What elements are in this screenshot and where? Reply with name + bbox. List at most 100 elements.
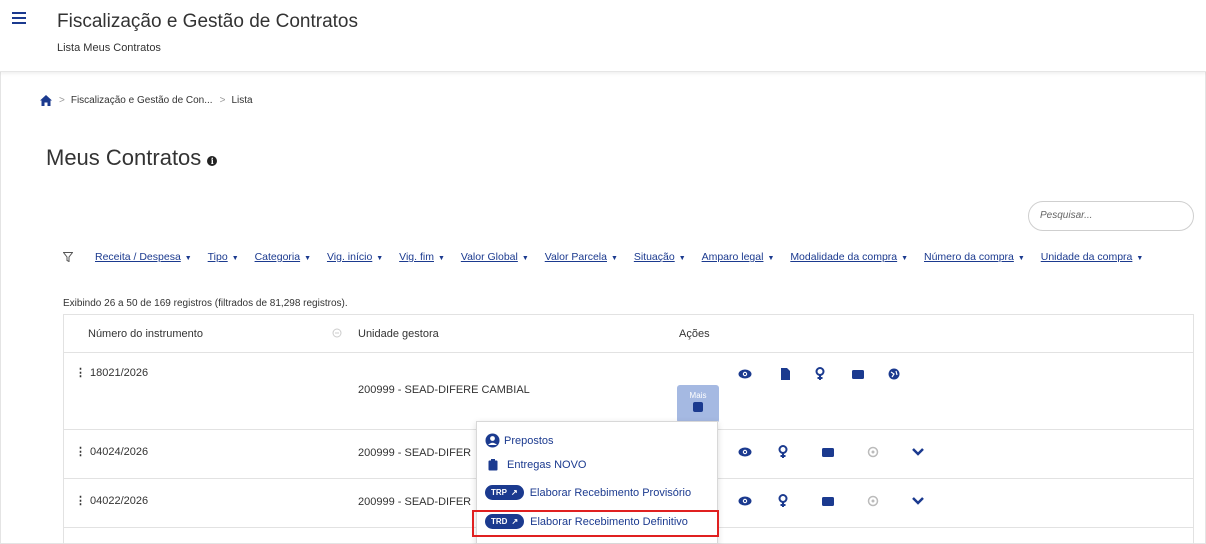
home-icon[interactable] (40, 95, 52, 106)
caret-down-icon: ▼ (521, 255, 529, 262)
row-numero: ⋮ 04024/2026 (75, 445, 148, 458)
filter-numero-compra[interactable]: Número da compra ▼ (924, 246, 1025, 270)
app-title: Fiscalização e Gestão de Contratos (57, 11, 358, 32)
filter-amparo-legal[interactable]: Amparo legal ▼ (702, 246, 775, 270)
filter-unidade-compra[interactable]: Unidade da compra ▼ (1041, 246, 1144, 270)
row-numero: ⋮ 04022/2026 (75, 494, 148, 507)
row-unidade: 200999 - SEAD-DIFER (358, 447, 472, 459)
numero-text: 04024/2026 (90, 446, 149, 458)
chevron-down-icon[interactable] (911, 496, 925, 506)
external-link-icon: ↗ (511, 488, 518, 497)
file-icon[interactable] (778, 367, 792, 381)
caret-down-icon: ▼ (1136, 255, 1144, 262)
filter-label: Categoria (254, 251, 301, 263)
table-header: Número do instrumento Unidade gestora Aç… (64, 315, 1193, 353)
info-icon[interactable]: i (207, 156, 218, 166)
search-input[interactable]: Pesquisar... (1028, 201, 1194, 231)
filter-valor-global[interactable]: Valor Global ▼ (461, 246, 529, 270)
wallet-icon[interactable] (821, 445, 835, 459)
filter-label: Vig. fim (399, 251, 434, 263)
row-unidade: 200999 - SEAD-DIFERE CAMBIAL (358, 384, 530, 396)
table-row: ⋮ 18021/2026 200999 - SEAD-DIFERE CAMBIAL… (64, 353, 1193, 457)
row-menu-dots-icon[interactable]: ⋮ (75, 367, 86, 379)
numero-text: 18021/2026 (90, 367, 149, 379)
app-subtitle: Lista Meus Contratos (57, 42, 161, 54)
page-title: Meus Contratos i (46, 145, 218, 171)
filter-label: Unidade da compra (1040, 251, 1133, 263)
female-person-icon[interactable] (776, 445, 790, 459)
user-circle-icon (485, 433, 500, 448)
chevron-down-icon[interactable] (911, 447, 925, 457)
trp-badge: TRP ↗ (485, 485, 524, 500)
menu-item-entregas-novo[interactable]: Entregas NOVO (485, 459, 586, 471)
column-header-unidade[interactable]: Unidade gestora (358, 328, 439, 340)
caret-down-icon: ▼ (184, 255, 192, 262)
menu-item-label: Prepostos (504, 434, 554, 447)
filter-label: Valor Parcela (544, 251, 607, 263)
filter-icon (63, 252, 73, 262)
chevron-right-icon: > (219, 95, 226, 106)
eye-icon[interactable] (738, 445, 752, 459)
eye-icon[interactable] (738, 367, 752, 381)
globe-disabled-icon (867, 495, 879, 507)
highlight-box (472, 510, 719, 537)
filter-vig-fim[interactable]: Vig. fim ▼ (399, 246, 445, 270)
caret-down-icon: ▼ (1017, 255, 1025, 262)
globe-icon[interactable] (887, 367, 901, 381)
app-header: Fiscalização e Gestão de Contratos Lista… (0, 0, 1206, 72)
female-person-icon[interactable] (776, 494, 790, 508)
eye-icon[interactable] (738, 494, 752, 508)
column-header-numero[interactable]: Número do instrumento (88, 328, 203, 340)
globe-disabled-icon (867, 446, 879, 458)
filter-label: Número da compra (924, 251, 1014, 263)
caret-down-icon: ▼ (678, 255, 686, 262)
caret-down-icon: ▼ (304, 255, 312, 262)
clipboard-icon (488, 459, 498, 471)
page-title-text: Meus Contratos (46, 145, 202, 170)
breadcrumb: > Fiscalização e Gestão de Con... > List… (40, 95, 253, 106)
caret-down-icon: ▼ (376, 255, 384, 262)
menu-item-recebimento-provisorio[interactable]: TRP ↗ Elaborar Recebimento Provisório (485, 485, 691, 500)
filter-label: Situação (633, 251, 675, 263)
records-info: Exibindo 26 a 50 de 169 registros (filtr… (63, 298, 348, 309)
menu-item-prepostos[interactable]: Prepostos (485, 433, 554, 448)
mais-label: Mais (689, 391, 707, 400)
badge-text: TRP (491, 488, 507, 497)
filter-label: Valor Global (460, 251, 518, 263)
row-menu-dots-icon[interactable]: ⋮ (75, 446, 86, 458)
filter-label: Receita / Despesa (95, 251, 181, 263)
breadcrumb-item-fiscalizacao[interactable]: Fiscalização e Gestão de Con... (71, 95, 213, 106)
filter-label: Amparo legal (701, 251, 764, 263)
chevron-right-icon: > (59, 95, 65, 106)
row-menu-dots-icon[interactable]: ⋮ (75, 495, 86, 507)
caret-down-icon: ▼ (231, 255, 239, 262)
female-person-icon[interactable] (813, 367, 827, 381)
filter-label: Tipo (207, 251, 228, 263)
caret-down-icon: ▼ (767, 255, 775, 262)
column-header-acoes: Ações (679, 328, 710, 340)
row-numero: ⋮ 18021/2026 (75, 366, 148, 379)
filter-modalidade-compra[interactable]: Modalidade da compra ▼ (790, 246, 908, 270)
filter-situacao[interactable]: Situação ▼ (634, 246, 686, 270)
filter-tipo[interactable]: Tipo ▼ (208, 246, 239, 270)
wallet-icon[interactable] (821, 494, 835, 508)
mais-tooltip: Mais (677, 385, 719, 429)
document-icon (693, 402, 703, 412)
breadcrumb-item-lista: Lista (231, 95, 253, 106)
caret-down-icon: ▼ (610, 255, 618, 262)
sort-icon[interactable] (332, 328, 342, 338)
wallet-icon[interactable] (851, 367, 865, 381)
filter-bar: Receita / Despesa ▼ Tipo ▼ Categoria ▼ Vig.… (95, 246, 1175, 270)
caret-down-icon: ▼ (901, 255, 909, 262)
filter-categoria[interactable]: Categoria ▼ (255, 246, 311, 270)
numero-text: 04022/2026 (90, 495, 149, 507)
hamburger-menu-icon[interactable] (12, 12, 26, 26)
caret-down-icon: ▼ (437, 255, 445, 262)
filter-valor-parcela[interactable]: Valor Parcela ▼ (545, 246, 618, 270)
filter-receita-despesa[interactable]: Receita / Despesa ▼ (95, 246, 192, 270)
row-unidade: 200999 - SEAD-DIFER (358, 496, 472, 508)
filter-label: Vig. início (326, 251, 373, 263)
filter-label: Modalidade da compra (790, 251, 898, 263)
filter-vig-inicio[interactable]: Vig. início ▼ (327, 246, 383, 270)
menu-item-label: Elaborar Recebimento Provisório (529, 486, 692, 499)
